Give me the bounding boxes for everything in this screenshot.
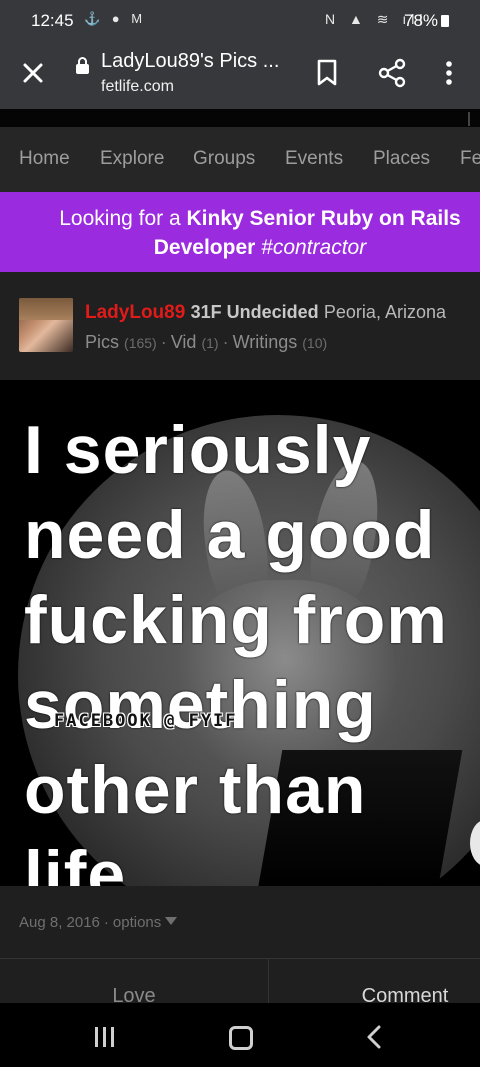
chevron-down-icon (165, 917, 178, 925)
browser-toolbar: LadyLou89's Pics ... fetlife.com (0, 42, 480, 109)
profile-header: LadyLou89 31F Undecided Peoria, Arizona … (0, 272, 480, 380)
page-title[interactable]: LadyLou89's Pics ... (101, 50, 279, 73)
post-image[interactable]: I seriously need a good fucking from som… (0, 380, 480, 886)
pics-link[interactable]: Pics (165) (85, 332, 157, 352)
site-nav: Home Explore Groups Events Places Fe (0, 127, 480, 192)
post-actions: Love Comment (0, 958, 480, 1007)
more-options-icon[interactable] (437, 58, 461, 88)
post-date: Aug 8, 2016 (19, 914, 100, 931)
nav-places[interactable]: Places (373, 148, 430, 170)
close-icon[interactable] (18, 58, 48, 88)
watermark: FACEBOOK @ FYIF (54, 711, 238, 731)
battery-icon (441, 15, 449, 27)
header-strip (0, 109, 480, 127)
writings-link[interactable]: Writings (10) (233, 332, 328, 352)
post-meta: Aug 8, 2016 · options (0, 886, 480, 958)
scroll-tick (468, 112, 470, 126)
meme-text: I seriously need a good fucking from som… (24, 412, 448, 886)
recent-apps-icon[interactable] (95, 1027, 117, 1047)
home-icon[interactable] (229, 1026, 253, 1050)
status-bar: 12:45 ⚓ ● M N ▲ ≋ ıll 78% (0, 0, 480, 42)
android-nav-bar (0, 1003, 480, 1067)
profile-location[interactable]: Peoria, Arizona (324, 302, 446, 322)
bookmark-icon[interactable] (316, 59, 338, 87)
avatar[interactable] (19, 298, 73, 352)
nav-groups[interactable]: Groups (193, 148, 255, 170)
job-ad-banner[interactable]: Looking for a Kinky Senior Ruby on Rails… (0, 192, 480, 272)
options-dropdown[interactable]: options (113, 914, 178, 931)
clock: 12:45 (31, 11, 74, 30)
lock-icon (76, 57, 89, 74)
nav-fetishes[interactable]: Fe (460, 148, 480, 170)
banner-job-title: Kinky Senior Ruby on Rails (186, 207, 461, 230)
profile-name[interactable]: LadyLou89 (85, 302, 185, 323)
nav-home[interactable]: Home (19, 148, 70, 170)
nav-explore[interactable]: Explore (100, 148, 164, 170)
banner-job-title-2: Developer (153, 236, 256, 259)
share-icon[interactable] (377, 58, 407, 88)
page-domain[interactable]: fetlife.com (101, 78, 174, 96)
battery-percent: 78% (404, 11, 439, 30)
profile-meta: 31F Undecided (190, 302, 319, 322)
notification-icons: ⚓ ● M (84, 11, 147, 26)
back-icon[interactable] (363, 1023, 387, 1051)
vid-link[interactable]: Vid (1) (171, 332, 219, 352)
banner-prefix: Looking for a (59, 207, 187, 230)
nav-events[interactable]: Events (285, 148, 343, 170)
banner-hashtag: #contractor (261, 236, 367, 259)
